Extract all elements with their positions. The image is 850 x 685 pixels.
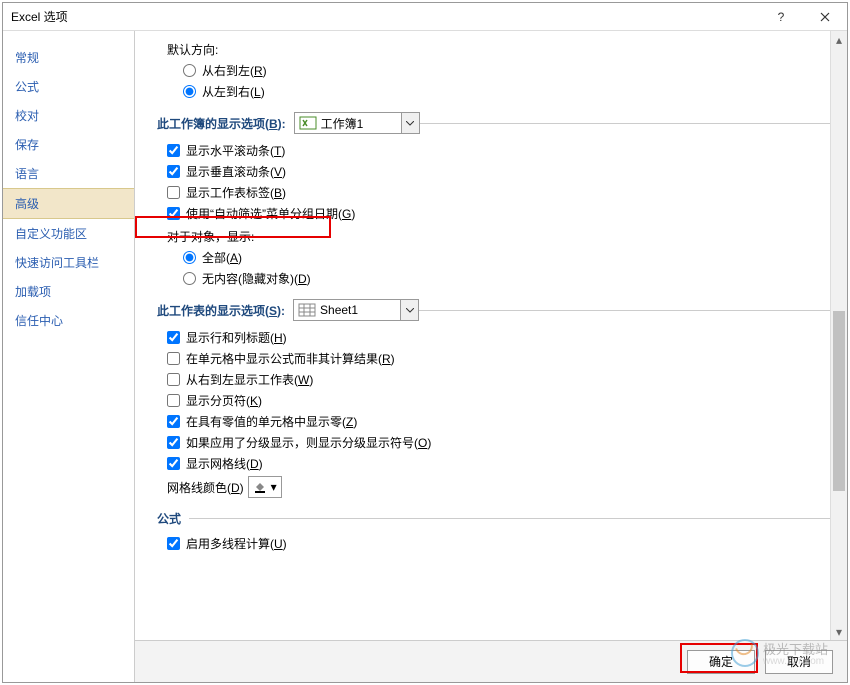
chk-pagebreak-label: 显示分页符(K) [186, 392, 262, 409]
sheet-section-header: 此工作表的显示选项(S): Sheet1 [157, 299, 831, 321]
scroll-down-button[interactable]: ▾ [831, 623, 847, 640]
chk-autofilter-date[interactable] [167, 207, 180, 220]
radio-ltr[interactable] [183, 85, 196, 98]
chk-sheet-tabs[interactable] [167, 186, 180, 199]
sidebar-item-formula[interactable]: 公式 [3, 72, 134, 101]
radio-none-row: 无内容(隐藏对象)(D) [183, 270, 831, 287]
gridcolor-picker[interactable]: ▾ [248, 476, 282, 498]
sidebar-item-quick-access[interactable]: 快速访问工具栏 [3, 248, 134, 277]
dialog-window: Excel 选项 ? 常规 公式 校对 保存 语言 高级 自定义功能区 快速访问… [2, 2, 848, 683]
chk-zero-row: 在具有零值的单元格中显示零(Z) [167, 413, 831, 430]
scroll-up-button[interactable]: ▴ [831, 31, 847, 48]
chk-headers-label: 显示行和列标题(H) [186, 329, 287, 346]
workbook-combo-dropdown[interactable] [401, 113, 419, 133]
formula-section-title: 公式 [157, 510, 181, 527]
close-button[interactable] [803, 3, 847, 30]
chk-pagebreak-row: 显示分页符(K) [167, 392, 831, 409]
radio-obj-all-label: 全部(A) [202, 249, 242, 266]
chk-hscroll[interactable] [167, 144, 180, 157]
sidebar-item-save[interactable]: 保存 [3, 130, 134, 159]
chk-multithread[interactable] [167, 537, 180, 550]
chk-zero-label: 在具有零值的单元格中显示零(Z) [186, 413, 357, 430]
chk-outline[interactable] [167, 436, 180, 449]
sidebar-item-addins[interactable]: 加载项 [3, 277, 134, 306]
chk-autofilter-date-row: 使用“自动筛选”菜单分组日期(G) [167, 205, 831, 222]
sidebar-item-proofing[interactable]: 校对 [3, 101, 134, 130]
help-button[interactable]: ? [759, 3, 803, 30]
chk-gridlines-label: 显示网格线(D) [186, 455, 263, 472]
radio-ltr-label: 从左到右(L) [202, 83, 265, 100]
workbook-section-header: 此工作簿的显示选项(B): 工作簿1 [157, 112, 831, 134]
sheet-section-title: 此工作表的显示选项(S): [157, 302, 285, 319]
gridcolor-label: 网格线颜色(D) [167, 479, 244, 496]
chk-outline-row: 如果应用了分级显示，则显示分级显示符号(O) [167, 434, 831, 451]
sheet-icon [298, 303, 316, 317]
chk-pagebreak[interactable] [167, 394, 180, 407]
dialog-title: Excel 选项 [11, 8, 759, 25]
chk-formulas-label: 在单元格中显示公式而非其计算结果(R) [186, 350, 395, 367]
chk-vscroll[interactable] [167, 165, 180, 178]
chevron-down-icon: ▾ [271, 480, 277, 494]
chk-sheet-tabs-row: 显示工作表标签(B) [167, 184, 831, 201]
workbook-combo[interactable]: 工作簿1 [294, 112, 420, 134]
chk-rtl-sheet-row: 从右到左显示工作表(W) [167, 371, 831, 388]
chk-vscroll-row: 显示垂直滚动条(V) [167, 163, 831, 180]
sidebar: 常规 公式 校对 保存 语言 高级 自定义功能区 快速访问工具栏 加载项 信任中… [3, 31, 135, 682]
chk-headers-row: 显示行和列标题(H) [167, 329, 831, 346]
sidebar-item-advanced[interactable]: 高级 [3, 188, 134, 219]
radio-all-row: 全部(A) [183, 249, 831, 266]
paint-bucket-icon [253, 480, 267, 494]
sidebar-item-general[interactable]: 常规 [3, 43, 134, 72]
radio-obj-all[interactable] [183, 251, 196, 264]
chk-headers[interactable] [167, 331, 180, 344]
chk-rtl-sheet[interactable] [167, 373, 180, 386]
sidebar-item-customize-ribbon[interactable]: 自定义功能区 [3, 219, 134, 248]
vertical-scrollbar[interactable]: ▴ ▾ [830, 31, 847, 640]
sidebar-item-language[interactable]: 语言 [3, 159, 134, 188]
ok-button[interactable]: 确定 [687, 650, 755, 674]
chk-gridlines-row: 显示网格线(D) [167, 455, 831, 472]
formula-section-header: 公式 [157, 510, 831, 527]
dialog-body: 常规 公式 校对 保存 语言 高级 自定义功能区 快速访问工具栏 加载项 信任中… [3, 31, 847, 682]
sidebar-item-trust-center[interactable]: 信任中心 [3, 306, 134, 335]
chk-multithread-row: 启用多线程计算(U) [167, 535, 831, 552]
chevron-down-icon [406, 121, 414, 126]
sheet-combo-text: Sheet1 [320, 303, 400, 317]
main-panel: 默认方向: 从右到左(R) 从左到右(L) 此工作簿的显示选项(B): 工作簿1 [135, 31, 847, 682]
chk-rtl-sheet-label: 从右到左显示工作表(W) [186, 371, 313, 388]
chk-vscroll-label: 显示垂直滚动条(V) [186, 163, 286, 180]
cancel-button[interactable]: 取消 [765, 650, 833, 674]
radio-ltr-row: 从左到右(L) [183, 83, 831, 100]
excel-file-icon [299, 116, 317, 130]
workbook-combo-text: 工作簿1 [321, 115, 401, 132]
radio-obj-none-label: 无内容(隐藏对象)(D) [202, 270, 311, 287]
objects-label: 对于对象，显示: [167, 228, 831, 245]
chk-formulas-row: 在单元格中显示公式而非其计算结果(R) [167, 350, 831, 367]
chk-outline-label: 如果应用了分级显示，则显示分级显示符号(O) [186, 434, 431, 451]
titlebar: Excel 选项 ? [3, 3, 847, 31]
chk-formulas[interactable] [167, 352, 180, 365]
chk-hscroll-label: 显示水平滚动条(T) [186, 142, 285, 159]
gridcolor-row: 网格线颜色(D) ▾ [167, 476, 831, 498]
scroll-thumb[interactable] [833, 311, 845, 491]
radio-rtl-row: 从右到左(R) [183, 62, 831, 79]
radio-obj-none[interactable] [183, 272, 196, 285]
chk-hscroll-row: 显示水平滚动条(T) [167, 142, 831, 159]
sheet-combo-dropdown[interactable] [400, 300, 418, 320]
footer: 确定 取消 [135, 640, 847, 682]
radio-rtl-label: 从右到左(R) [202, 62, 267, 79]
content-area: 默认方向: 从右到左(R) 从左到右(L) 此工作簿的显示选项(B): 工作簿1 [135, 31, 847, 640]
chk-gridlines[interactable] [167, 457, 180, 470]
default-direction-label: 默认方向: [167, 41, 831, 58]
chk-multithread-label: 启用多线程计算(U) [186, 535, 287, 552]
radio-rtl[interactable] [183, 64, 196, 77]
workbook-section-title: 此工作簿的显示选项(B): [157, 115, 286, 132]
close-icon [820, 12, 830, 22]
chk-autofilter-date-label: 使用“自动筛选”菜单分组日期(G) [186, 205, 355, 222]
chk-sheet-tabs-label: 显示工作表标签(B) [186, 184, 286, 201]
chevron-down-icon [406, 308, 414, 313]
chk-zero[interactable] [167, 415, 180, 428]
sheet-combo[interactable]: Sheet1 [293, 299, 419, 321]
